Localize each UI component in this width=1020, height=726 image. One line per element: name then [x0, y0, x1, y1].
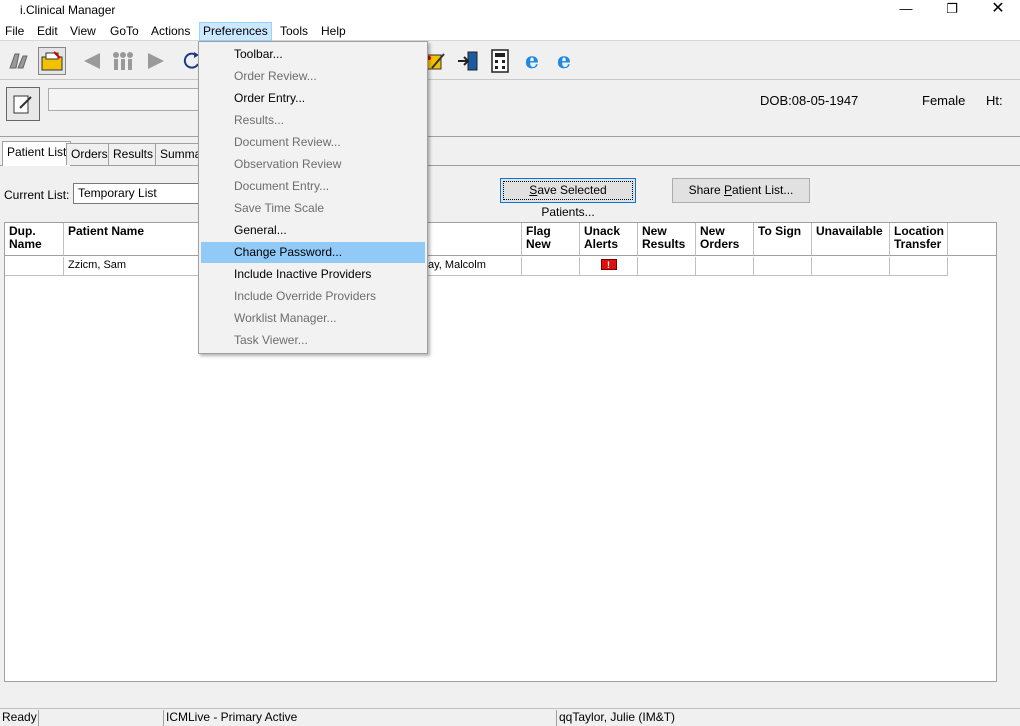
cell-location-transfer[interactable]	[890, 257, 948, 276]
column-to-sign[interactable]: To Sign	[754, 223, 812, 256]
tab-results[interactable]: Results	[108, 143, 159, 165]
tab-summary[interactable]: Summar	[155, 143, 201, 165]
patient-sex: Female	[922, 93, 966, 108]
cell-unavailable[interactable]	[812, 257, 890, 276]
status-bar: Ready ICMLive - Primary Active qqTaylor,…	[0, 708, 1020, 726]
menu-item-order-entry[interactable]: Order Entry...	[201, 88, 425, 109]
menu-item-observation-review: Observation Review	[234, 157, 342, 171]
menu-item-document-entry: Document Entry...	[234, 179, 330, 193]
tab-bar: Patient List Orders Results Summar	[0, 141, 210, 167]
patient-header: DOB:08-05-1947 Female Ht:	[0, 81, 1020, 137]
column-unavailable[interactable]: Unavailable	[812, 223, 890, 256]
toolbar: e e	[0, 42, 1020, 80]
cell-to-sign[interactable]	[754, 257, 812, 276]
title-bar: i.Clinical Manager — ❐ ✕	[0, 0, 1020, 20]
menu-goto[interactable]: GoTo	[107, 22, 142, 41]
menu-item-general[interactable]: General...	[201, 220, 425, 241]
alert-icon[interactable]: !	[600, 259, 617, 270]
current-list-select[interactable]: Temporary List	[73, 183, 199, 204]
column-new-results[interactable]: New Results	[638, 223, 696, 256]
save-selected-label: ave Selected Patients...	[537, 183, 607, 219]
exit-icon[interactable]	[454, 47, 482, 75]
menu-item-task-viewer: Task Viewer...	[234, 333, 308, 347]
menu-file[interactable]: File	[2, 22, 27, 41]
cell-new-orders[interactable]	[696, 257, 754, 276]
status-ready: Ready	[2, 710, 37, 724]
column-dup-name[interactable]: Dup. Name	[5, 223, 64, 256]
menu-preferences[interactable]: Preferences	[199, 22, 272, 41]
share-label-rest: atient List...	[732, 183, 794, 197]
patient-height: Ht:	[986, 93, 1003, 108]
tab-patient-list[interactable]: Patient List	[2, 141, 72, 166]
menu-item-include-inactive-providers[interactable]: Include Inactive Providers	[201, 264, 425, 285]
preferences-menu: Toolbar... Order Review... Order Entry..…	[198, 41, 428, 354]
share-patient-list-button[interactable]: Share Patient List...	[672, 178, 810, 203]
menu-item-order-review: Order Review...	[234, 69, 317, 83]
browser-icon-2[interactable]: e	[550, 47, 578, 75]
patients-icon[interactable]	[5, 47, 33, 75]
calculator-icon[interactable]	[486, 47, 514, 75]
menu-item-results: Results...	[234, 113, 285, 127]
menu-tools[interactable]: Tools	[277, 22, 311, 41]
status-blank	[38, 710, 162, 726]
cell-flag-new[interactable]	[522, 257, 580, 276]
column-unack-alerts[interactable]: Unack Alerts	[580, 223, 638, 256]
maximize-button[interactable]: ❐	[929, 0, 975, 20]
tab-orders[interactable]: Orders	[66, 143, 113, 165]
menu-help[interactable]: Help	[318, 22, 349, 41]
column-flag-new[interactable]: Flag New	[522, 223, 580, 256]
menu-item-include-override-providers: Include Override Providers	[234, 289, 377, 303]
window-title: i.Clinical Manager	[20, 3, 116, 17]
browser-icon[interactable]: e	[518, 47, 546, 75]
patient-dob: DOB:08-05-1947	[760, 93, 859, 108]
cell-patient-name[interactable]: Zzicm, Sam	[64, 257, 204, 276]
patient-search-field[interactable]	[48, 88, 203, 111]
save-selected-patients-button[interactable]: Save Selected Patients...	[500, 178, 636, 219]
edit-patient-icon[interactable]	[6, 87, 40, 121]
people-icon[interactable]	[109, 47, 137, 75]
menu-view[interactable]: View	[67, 22, 99, 41]
menu-item-toolbar[interactable]: Toolbar...	[201, 44, 425, 65]
share-accelerator: P	[723, 183, 732, 197]
close-button[interactable]: ✕	[975, 0, 1020, 20]
cell-unack-alerts[interactable]: !	[580, 257, 638, 276]
cell-new-results[interactable]	[638, 257, 696, 276]
status-system: ICMLive - Primary Active	[163, 710, 555, 726]
menu-actions[interactable]: Actions	[148, 22, 193, 41]
forward-icon[interactable]	[142, 47, 170, 75]
menu-edit[interactable]: Edit	[34, 22, 61, 41]
column-new-orders[interactable]: New Orders	[696, 223, 754, 256]
cell-provider[interactable]: ay, Malcolm	[424, 257, 522, 276]
menu-item-change-password[interactable]: Change Password...	[201, 242, 425, 263]
menu-item-document-review: Document Review...	[234, 135, 341, 149]
back-icon[interactable]	[78, 47, 106, 75]
status-user: qqTaylor, Julie (IM&T)	[556, 710, 1018, 726]
folder-icon[interactable]	[38, 47, 66, 75]
column-filler	[948, 223, 996, 256]
patient-list-table: Dup. Name Patient Name Flag New Unack Al…	[4, 222, 997, 682]
menu-item-worklist-manager: Worklist Manager...	[234, 311, 337, 325]
cell-dup-name[interactable]	[5, 257, 64, 276]
minimize-button[interactable]: —	[883, 0, 929, 20]
menu-item-save-time-scale: Save Time Scale	[234, 201, 325, 215]
menu-bar: File Edit View GoTo Actions Preferences …	[0, 20, 1020, 41]
share-label-pre: Share	[688, 183, 724, 197]
column-location-transfer[interactable]: Location Transfer	[890, 223, 948, 256]
current-list-label: Current List:	[4, 188, 70, 202]
